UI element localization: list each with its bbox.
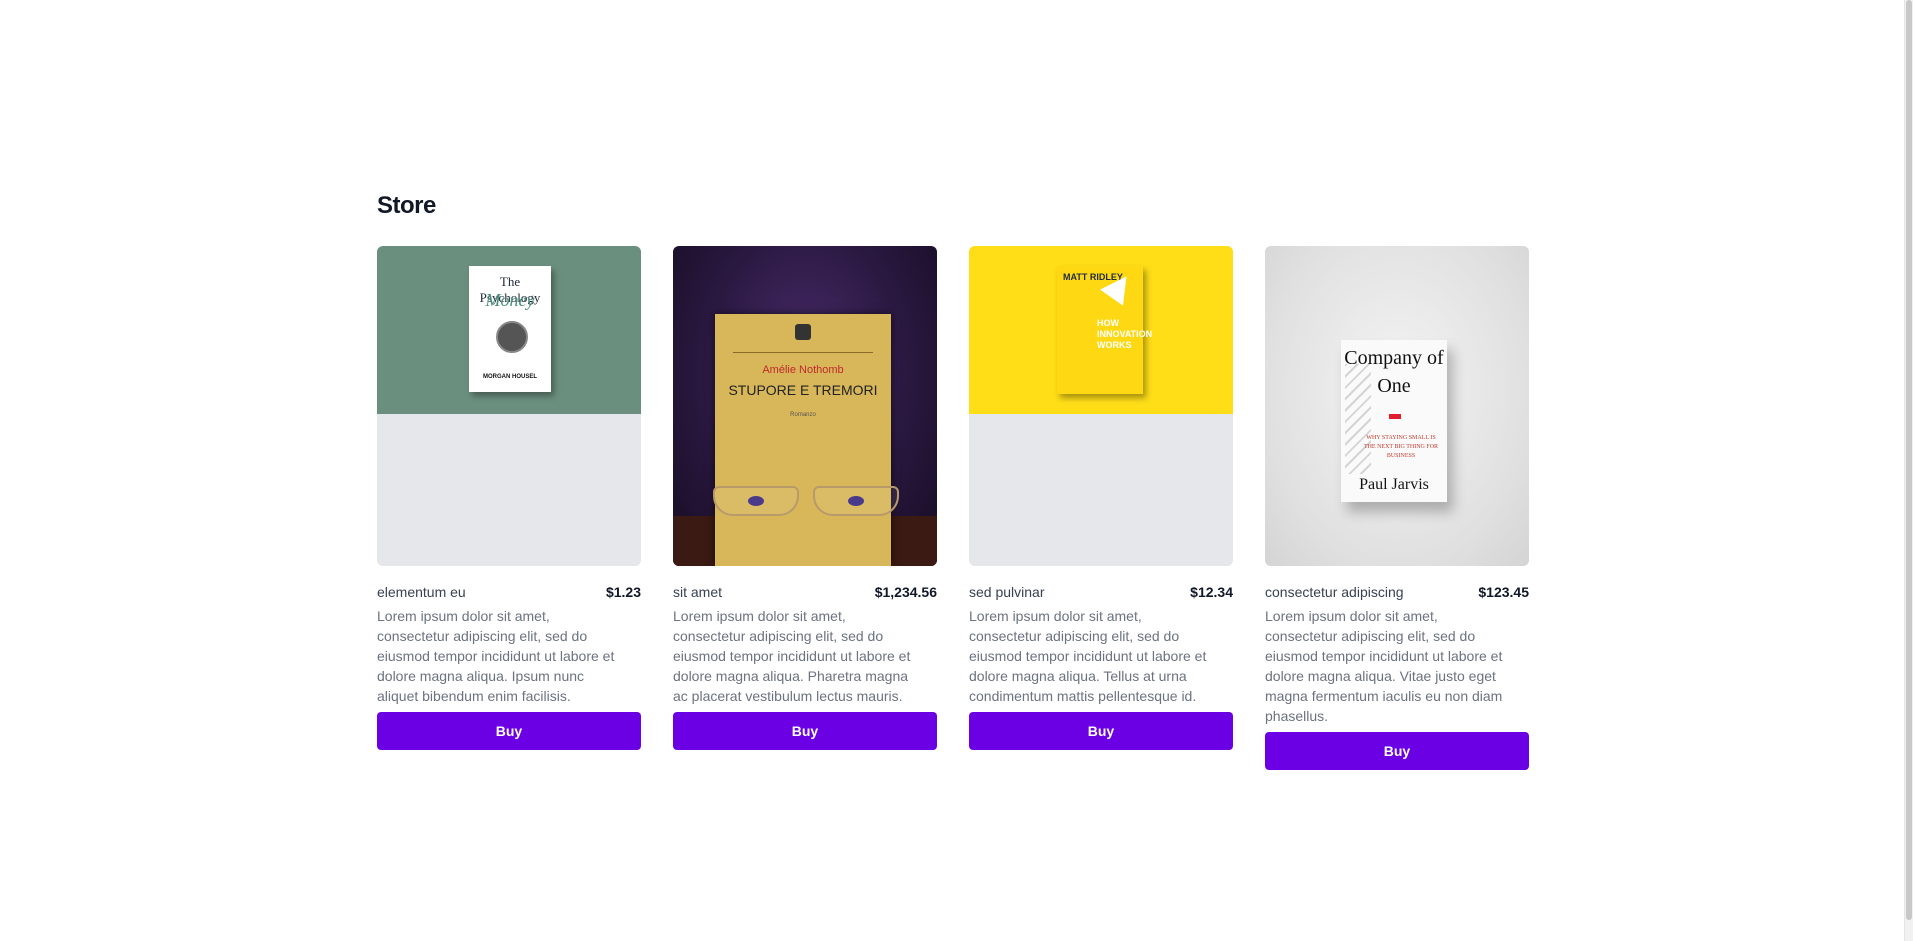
product-info: sed pulvinar $12.34 (969, 582, 1233, 602)
cover-title: HOW INNOVATION WORKS (1097, 318, 1153, 350)
product-name: sed pulvinar (969, 584, 1045, 600)
product-price: $1.23 (605, 584, 641, 600)
eye (748, 496, 764, 506)
buy-button[interactable]: Buy (673, 712, 937, 750)
product-info: sit amet $1,234.56 (673, 582, 937, 602)
glasses-illustration (713, 486, 913, 516)
page-title: Store (377, 192, 436, 219)
book-cover: MATT RIDLEY HOW INNOVATION WORKS (1057, 266, 1152, 394)
cover-subtitle: WHY STAYING SMALL IS THE NEXT BIG THING … (1363, 435, 1439, 459)
cover-author: MORGAN HOUSEL (483, 374, 537, 380)
cover-title-line: Money (485, 290, 535, 310)
cover-title: STUPORE E TREMORI (728, 382, 878, 398)
product-price: $12.34 (1190, 584, 1233, 600)
vertical-scrollbar[interactable] (1904, 0, 1913, 941)
product-description: Lorem ipsum dolor sit amet, consectetur … (969, 608, 1207, 704)
product-image[interactable]: The Psychology Money MORGAN HOUSEL (377, 246, 641, 566)
cover-title: Company of One (1344, 347, 1444, 397)
cover-author: Paul Jarvis (1359, 476, 1429, 493)
buy-button[interactable]: Buy (1265, 732, 1529, 770)
lens (813, 486, 899, 516)
store-section: Store The Psychology Money MORGAN HOUSEL… (377, 186, 1529, 770)
eye (848, 496, 864, 506)
product-name: sit amet (673, 584, 723, 600)
book-cover: The Psychology Money MORGAN HOUSEL (469, 266, 551, 392)
product-card: Amélie Nothomb STUPORE E TREMORI Romanzo… (673, 246, 937, 770)
cover-author: Amélie Nothomb (762, 364, 844, 376)
book-cover: Company of One WHY STAYING SMALL IS THE … (1341, 340, 1447, 502)
product-card: MATT RIDLEY HOW INNOVATION WORKS sed pul… (969, 246, 1233, 770)
product-price: $1,234.56 (874, 584, 937, 600)
coin-illustration (496, 321, 528, 353)
divider (733, 352, 873, 353)
product-info: consectetur adipiscing $123.45 (1265, 582, 1529, 602)
page: Store The Psychology Money MORGAN HOUSEL… (0, 0, 1913, 941)
buy-button[interactable]: Buy (969, 712, 1233, 750)
product-info: elementum eu $1.23 (377, 582, 641, 602)
product-image[interactable]: MATT RIDLEY HOW INNOVATION WORKS (969, 246, 1233, 566)
product-image[interactable]: Amélie Nothomb STUPORE E TREMORI Romanzo (673, 246, 937, 566)
product-grid: The Psychology Money MORGAN HOUSEL eleme… (377, 246, 1529, 770)
publisher-logo-icon (795, 324, 811, 340)
product-image[interactable]: Company of One WHY STAYING SMALL IS THE … (1265, 246, 1529, 566)
product-description: Lorem ipsum dolor sit amet, consectetur … (673, 608, 911, 704)
lens (713, 486, 799, 516)
red-fish-icon (1389, 414, 1401, 419)
product-description: Lorem ipsum dolor sit amet, consectetur … (377, 608, 615, 704)
buy-button[interactable]: Buy (377, 712, 641, 750)
scrollbar-thumb[interactable] (1906, 0, 1912, 920)
product-name: consectetur adipiscing (1265, 584, 1404, 600)
product-description: Lorem ipsum dolor sit amet, consectetur … (1265, 608, 1503, 724)
product-card: The Psychology Money MORGAN HOUSEL eleme… (377, 246, 641, 770)
book-cover: Amélie Nothomb STUPORE E TREMORI Romanzo (715, 314, 891, 566)
cover-subtitle: Romanzo (790, 412, 816, 418)
product-name: elementum eu (377, 584, 466, 600)
product-price: $123.45 (1478, 584, 1529, 600)
product-card: Company of One WHY STAYING SMALL IS THE … (1265, 246, 1529, 770)
